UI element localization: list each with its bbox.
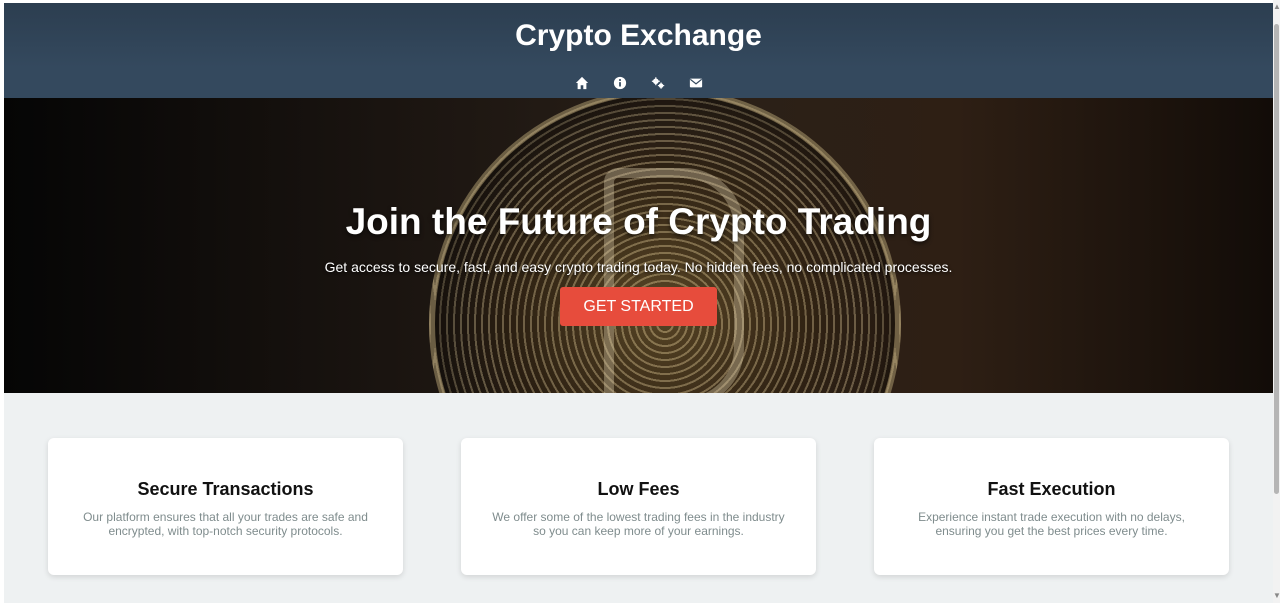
- info-icon: [613, 76, 626, 90]
- gears-icon: [651, 77, 664, 89]
- scroll-down-arrow-icon[interactable]: ▼: [1273, 591, 1280, 601]
- hero-subtext: Get access to secure, fast, and easy cry…: [324, 259, 953, 275]
- scrollbar-thumb[interactable]: [1274, 24, 1279, 494]
- site-title: Crypto Exchange: [515, 18, 762, 52]
- home-icon: [575, 76, 588, 90]
- feature-card-fees: Low Fees We offer some of the lowest tra…: [461, 438, 816, 575]
- hero-content: Join the Future of Crypto Trading Get ac…: [4, 198, 1273, 326]
- get-started-button[interactable]: GET STARTED: [560, 287, 717, 326]
- hero-banner: Join the Future of Crypto Trading Get ac…: [4, 98, 1273, 393]
- feature-title: Fast Execution: [987, 479, 1116, 499]
- nav-home-link[interactable]: [574, 75, 590, 91]
- feature-card-speed: Fast Execution Experience instant trade …: [874, 438, 1229, 575]
- feature-card-secure: Secure Transactions Our platform ensures…: [48, 438, 403, 575]
- envelope-icon: [689, 78, 702, 88]
- features-section: Secure Transactions Our platform ensures…: [4, 393, 1273, 575]
- nav-about-link[interactable]: [612, 75, 628, 91]
- nav-contact-link[interactable]: [688, 75, 704, 91]
- feature-title: Secure Transactions: [137, 479, 314, 499]
- main-nav: [4, 68, 1273, 98]
- feature-description: We offer some of the lowest trading fees…: [492, 510, 785, 538]
- scroll-up-arrow-icon[interactable]: ▲: [1273, 2, 1280, 12]
- hero-heading: Join the Future of Crypto Trading: [345, 201, 932, 242]
- feature-description: Our platform ensures that all your trade…: [83, 510, 368, 538]
- nav-services-link[interactable]: [650, 75, 666, 91]
- site-header: Crypto Exchange: [4, 3, 1273, 68]
- feature-description: Experience instant trade execution with …: [918, 510, 1185, 538]
- page: Crypto Exchange Join the Future of Crypt…: [4, 3, 1273, 603]
- vertical-scrollbar[interactable]: ▲ ▼: [1273, 0, 1280, 603]
- feature-title: Low Fees: [597, 479, 680, 499]
